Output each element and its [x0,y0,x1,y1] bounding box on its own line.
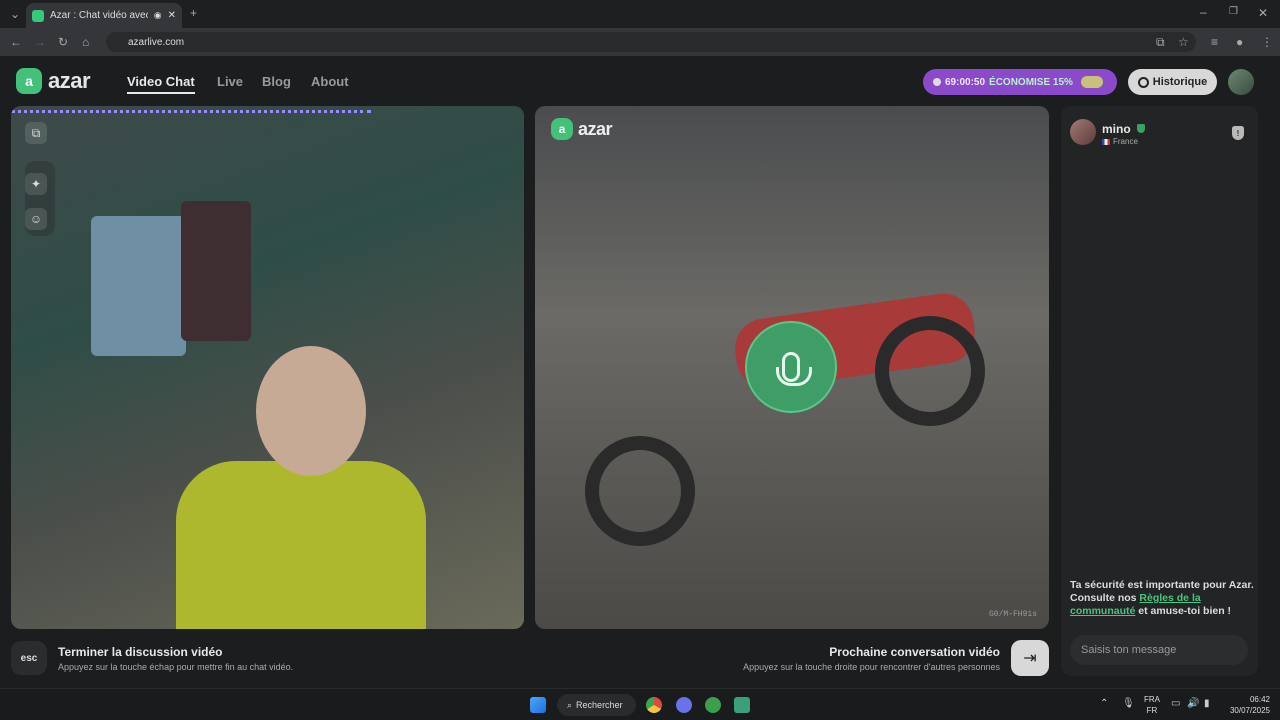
arrow-right-icon: ⇥ [1023,650,1037,667]
nav-blog[interactable]: Blog [262,74,291,89]
windows-taskbar: ⌕ Rechercher ⌃ 🎙 FRA FR ▭ 🔊 ▮ 06:42 30/0… [0,688,1280,720]
microphone-tray-icon[interactable]: 🎙 [1122,698,1135,709]
record-icon: ◉ [153,10,162,20]
promo-decoration-icon [1080,76,1103,88]
home-icon[interactable]: ⌂ [82,36,89,48]
back-icon[interactable]: ← [10,36,22,48]
nav-about[interactable]: About [311,74,349,89]
chrome-icon[interactable] [646,697,662,713]
peer-country-label: France [1113,137,1138,146]
chat-panel: mino France ! Ta sécurité est importante… [1061,106,1258,676]
profile-icon[interactable]: ● [1236,36,1243,48]
close-window-icon[interactable]: ✕ [1258,7,1268,19]
france-flag-icon [1102,138,1110,145]
message-input[interactable] [1070,635,1248,665]
end-chat-button[interactable]: esc [11,641,47,675]
led-strip-decor [11,110,371,190]
logo-text: azar [48,68,91,93]
peer-country: France [1102,137,1138,146]
clock-time: 06:42 [1249,695,1270,704]
promo-banner[interactable]: 69:00:50 ÉCONOMISE 15% [923,69,1117,95]
minimize-icon[interactable]: – [1200,6,1207,18]
self-video: ⧉ ✦ ☺ [11,106,524,629]
new-tab-icon[interactable]: + [190,7,197,19]
sparkle-effects-icon[interactable]: ✦ [25,173,47,195]
promo-text: ÉCONOMISE 15% [989,76,1073,88]
reload-icon[interactable]: ↻ [58,36,68,48]
menu-dots-icon[interactable]: ⋮ [1261,36,1273,48]
windows-start-icon[interactable] [530,697,546,713]
clock[interactable]: 06:42 30/07/2025 [1224,694,1270,716]
safety-text-post: et amuse-toi bien ! [1135,605,1232,617]
verified-badge-icon [1137,124,1145,133]
app-icon[interactable] [734,697,750,713]
maximize-icon[interactable]: ❐ [1229,7,1238,17]
clock-icon [1137,76,1149,88]
azar-app: a azar Video Chat Live Blog About 69:00:… [0,56,1280,688]
user-person [176,346,426,629]
person-body [176,461,426,629]
peer-avatar[interactable] [1070,119,1096,145]
next-chat-button[interactable]: ⇥ [1011,640,1049,676]
xbox-icon[interactable] [705,697,721,713]
discord-icon[interactable] [676,697,692,713]
azar-logo-icon: a [16,68,42,94]
video-azar-logo: a azar [551,118,613,140]
lang-primary: FRA [1144,695,1160,704]
browser-tab-bar: ⌄ Azar : Chat vidéo avec de n ◉ ✕ + – ❐ … [0,0,1280,28]
url-field[interactable]: azarlive.com [106,32,1196,52]
bookmark-star-icon[interactable]: ☆ [1178,36,1189,48]
close-tab-icon[interactable]: ✕ [168,10,176,21]
peer-video: a azar G0/M-FH91s [535,106,1049,629]
history-label: Historique [1152,76,1208,88]
url-text: azarlive.com [128,36,185,48]
azar-logo[interactable]: a azar [16,68,91,94]
tab-menu-icon[interactable]: ⌄ [10,8,20,20]
search-label: Rechercher [576,700,623,710]
next-chat-hint: Appuyez sur la touche droite pour rencon… [743,662,1000,672]
azar-favicon-icon [32,9,44,22]
microphone-icon [776,352,812,386]
browser-address-bar: ← → ↻ ⌂ azarlive.com ⧉ ☆ ≡ ● ⋮ [0,28,1280,56]
lang-secondary: FR [1146,706,1158,715]
browser-tab[interactable]: Azar : Chat vidéo avec de n ◉ ✕ [26,3,182,28]
video-watermark: G0/M-FH91s [988,610,1037,619]
end-chat-hint: Appuyez sur la touche échap pour mettre … [58,662,294,672]
battery-icon[interactable]: ▮ [1204,698,1210,709]
safety-notice: Ta sécurité est importante pour Azar. Co… [1070,579,1254,618]
motorcycle-rear-wheel [875,316,985,426]
volume-icon[interactable]: 🔊 [1187,698,1199,709]
next-chat-title: Prochaine conversation vidéo [829,645,1000,659]
azar-logo-icon: a [551,118,573,140]
nav-live[interactable]: Live [217,74,243,89]
face-filter-icon[interactable]: ☺ [25,208,47,230]
report-shield-icon[interactable]: ! [1232,126,1244,140]
promo-timer: 69:00:50 [945,76,986,88]
pip-toggle-icon[interactable]: ⧉ [25,122,47,144]
search-icon: ⌕ [567,699,573,710]
microphone-indicator [745,321,837,413]
video-logo-text: azar [578,118,613,139]
forward-icon[interactable]: → [34,36,46,48]
clock-date: 30/07/2025 [1229,706,1270,715]
end-chat-title: Terminer la discussion vidéo [58,645,223,659]
language-indicator[interactable]: FRA FR [1144,694,1160,716]
wall-jersey-blue [91,216,186,356]
chevron-up-icon[interactable]: ⌃ [1100,698,1108,709]
history-button[interactable]: Historique [1128,69,1217,95]
nav-video-chat[interactable]: Video Chat [127,74,195,94]
network-icon[interactable]: ▭ [1171,698,1180,709]
wall-jersey-dark [181,201,251,341]
taskbar-search[interactable]: ⌕ Rechercher [557,694,636,716]
motorcycle-front-wheel [585,436,695,546]
cast-icon[interactable]: ⧉ [1156,36,1165,48]
media-controls-icon[interactable]: ≡ [1211,36,1218,48]
user-avatar[interactable] [1228,69,1254,95]
peer-name[interactable]: mino [1102,122,1131,136]
timer-icon [933,78,941,86]
tab-title: Azar : Chat vidéo avec de n [50,10,148,21]
person-head [256,346,366,476]
